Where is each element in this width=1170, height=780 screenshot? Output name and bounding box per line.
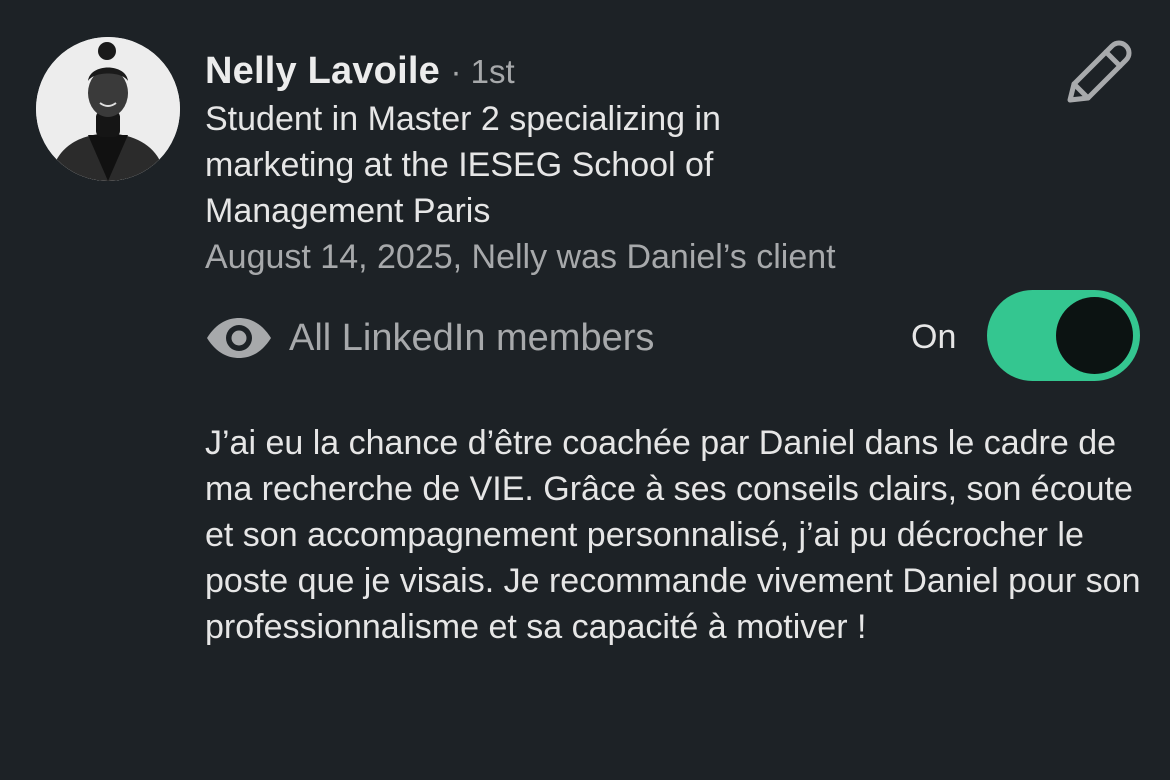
recommendation-meta: August 14, 2025, Nelly was Daniel’s clie… — [205, 238, 836, 276]
visibility-setting: All LinkedIn members — [205, 308, 654, 368]
connection-degree: · 1st — [450, 53, 515, 90]
recommendation-header: Nelly Lavoile · 1st Student in Master 2 … — [205, 46, 1005, 280]
author-name-line: Nelly Lavoile · 1st — [205, 46, 1005, 96]
eye-icon — [207, 318, 271, 358]
visibility-toggle[interactable] — [987, 290, 1140, 381]
recommendation-text: J’ai eu la chance d’être coachée par Dan… — [205, 424, 1141, 646]
author-name[interactable]: Nelly Lavoile — [205, 50, 440, 92]
profile-photo — [36, 37, 180, 181]
visibility-label: All LinkedIn members — [289, 316, 655, 359]
edit-button[interactable] — [1062, 40, 1134, 108]
toggle-knob — [1056, 297, 1133, 374]
pencil-icon — [1067, 40, 1132, 103]
toggle-state-label: On — [911, 318, 957, 356]
author-avatar[interactable] — [36, 37, 180, 181]
author-headline: Student in Master 2 specializing in mark… — [205, 100, 721, 230]
